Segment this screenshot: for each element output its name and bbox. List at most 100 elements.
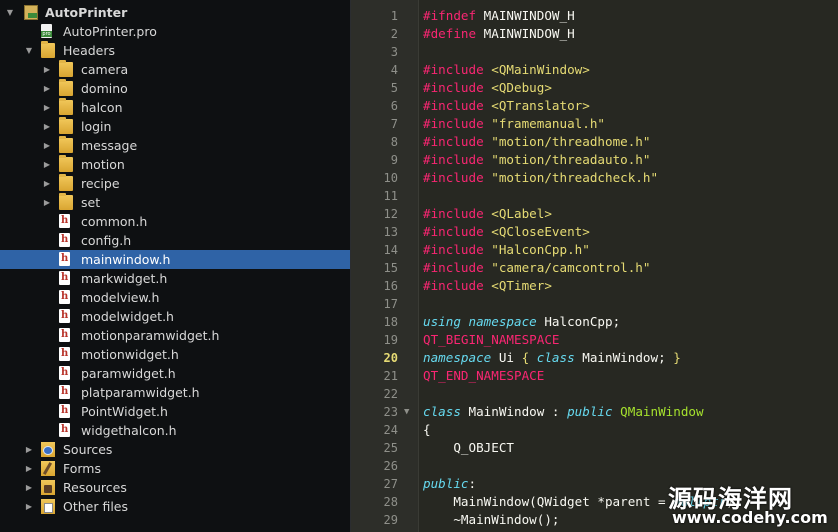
header-file-icon: h — [59, 385, 70, 399]
code-line[interactable]: 14 #include "HalconCpp.h" — [351, 241, 838, 259]
resources-folder-icon — [41, 480, 55, 495]
tree-item[interactable]: ▶ message — [0, 136, 350, 155]
code-line[interactable]: 18 using namespace HalconCpp; — [351, 313, 838, 331]
code-line[interactable]: 26 — [351, 457, 838, 475]
code-line[interactable]: 22 — [351, 385, 838, 403]
chevron-right-icon[interactable]: ▶ — [42, 117, 52, 136]
line-number: 21 — [383, 369, 398, 383]
tree-item[interactable]: h config.h — [0, 231, 350, 250]
tree-item[interactable]: h motionwidget.h — [0, 345, 350, 364]
chevron-right-icon[interactable]: ▶ — [42, 79, 52, 98]
code-line[interactable]: 12 #include <QLabel> — [351, 205, 838, 223]
code-token: <QLabel> — [491, 206, 552, 221]
tree-item[interactable]: h PointWidget.h — [0, 402, 350, 421]
code-line[interactable]: 6 #include <QTranslator> — [351, 97, 838, 115]
header-file-icon: h — [59, 347, 70, 361]
code-token: #include — [423, 170, 492, 185]
tree-item-label: halcon — [81, 100, 123, 115]
tree-item[interactable]: ▶ Resources — [0, 478, 350, 497]
tree-item[interactable]: ▶ set — [0, 193, 350, 212]
code-line[interactable]: 7 #include "framemanual.h" — [351, 115, 838, 133]
chevron-right-icon[interactable]: ▶ — [42, 193, 52, 212]
code-line[interactable]: 8 #include "motion/threadhome.h" — [351, 133, 838, 151]
tree-item-label: paramwidget.h — [81, 366, 176, 381]
project-tree[interactable]: ▼ AutoPrinter pro AutoPrinter.pro ▼ Headers… — [0, 0, 351, 532]
chevron-right-icon[interactable]: ▶ — [42, 60, 52, 79]
code-token: #include — [423, 278, 492, 293]
tree-item[interactable]: pro AutoPrinter.pro — [0, 22, 350, 41]
tree-item[interactable]: ▶ recipe — [0, 174, 350, 193]
line-number: 20 — [383, 351, 398, 365]
chevron-right-icon[interactable]: ▶ — [42, 136, 52, 155]
code-line[interactable]: 5 #include <QDebug> — [351, 79, 838, 97]
chevron-right-icon[interactable]: ▶ — [24, 478, 34, 497]
code-token: #include — [423, 260, 492, 275]
tree-item[interactable]: h paramwidget.h — [0, 364, 350, 383]
chevron-right-icon[interactable]: ▶ — [42, 155, 52, 174]
tree-item[interactable]: h markwidget.h — [0, 269, 350, 288]
tree-item[interactable]: ▶ Other files — [0, 497, 350, 516]
code-line[interactable]: 21 QT_END_NAMESPACE — [351, 367, 838, 385]
tree-item[interactable]: h common.h — [0, 212, 350, 231]
chevron-down-icon[interactable]: ▼ — [5, 3, 15, 22]
line-number: 23 — [383, 405, 398, 419]
line-number: 9 — [390, 153, 398, 167]
code-text: QT_BEGIN_NAMESPACE — [423, 331, 559, 349]
code-line[interactable]: 25 Q_OBJECT — [351, 439, 838, 457]
line-number: 1 — [390, 9, 398, 23]
code-line[interactable]: 15 #include "camera/camcontrol.h" — [351, 259, 838, 277]
code-line[interactable]: 10 #include "motion/threadcheck.h" — [351, 169, 838, 187]
chevron-right-icon[interactable]: ▶ — [24, 440, 34, 459]
line-number: 7 — [390, 117, 398, 131]
tree-item[interactable]: ▶ camera — [0, 60, 350, 79]
code-line[interactable]: 17 — [351, 295, 838, 313]
code-line[interactable]: 2 #define MAINWINDOW_H — [351, 25, 838, 43]
code-line[interactable]: 20 namespace Ui { class MainWindow; } — [351, 349, 838, 367]
chevron-right-icon[interactable]: ▶ — [24, 459, 34, 478]
tree-item[interactable]: ▶ Sources — [0, 440, 350, 459]
tree-item[interactable]: ▶ halcon — [0, 98, 350, 117]
code-line[interactable]: 19 QT_BEGIN_NAMESPACE — [351, 331, 838, 349]
code-token: "motion/threadcheck.h" — [491, 170, 659, 185]
code-token: MAINWINDOW_H — [483, 26, 575, 41]
tree-item[interactable]: ▶ Forms — [0, 459, 350, 478]
tree-item-label: Sources — [63, 442, 113, 457]
tree-item[interactable]: h modelview.h — [0, 288, 350, 307]
tree-item[interactable]: ▶ domino — [0, 79, 350, 98]
chevron-right-icon[interactable]: ▶ — [42, 98, 52, 117]
code-token: #include — [423, 224, 492, 239]
tree-root-row[interactable]: ▼ AutoPrinter — [0, 3, 350, 22]
code-token: <QTimer> — [491, 278, 552, 293]
code-line[interactable]: 3 — [351, 43, 838, 61]
code-token: "camera/camcontrol.h" — [491, 260, 651, 275]
chevron-right-icon[interactable]: ▶ — [42, 174, 52, 193]
code-line[interactable]: 1 #ifndef MAINWINDOW_H — [351, 7, 838, 25]
tree-item[interactable]: h motionparamwidget.h — [0, 326, 350, 345]
fold-marker-icon[interactable]: ▼ — [404, 403, 409, 421]
tree-item-label: markwidget.h — [81, 271, 168, 286]
tree-item[interactable]: h widgethalcon.h — [0, 421, 350, 440]
chevron-down-icon[interactable]: ▼ — [24, 41, 34, 60]
code-line[interactable]: 13 #include <QCloseEvent> — [351, 223, 838, 241]
code-editor[interactable]: 1 #ifndef MAINWINDOW_H 2 #define MAINWINDOW… — [351, 0, 838, 532]
code-line[interactable]: 24 { — [351, 421, 838, 439]
code-line[interactable]: 4 #include <QMainWindow> — [351, 61, 838, 79]
chevron-right-icon[interactable]: ▶ — [24, 497, 34, 516]
tree-item[interactable]: h mainwindow.h — [0, 250, 350, 269]
code-token: HalconCpp; — [544, 314, 621, 329]
tree-item[interactable]: ▼ Headers — [0, 41, 350, 60]
code-line[interactable]: 11 — [351, 187, 838, 205]
tree-item-label: Forms — [63, 461, 102, 476]
tree-item[interactable]: h modelwidget.h — [0, 307, 350, 326]
code-line[interactable]: 23 ▼ class MainWindow : public QMainWindow — [351, 403, 838, 421]
pro-file-icon: pro — [41, 24, 52, 38]
tree-item[interactable]: h platparamwidget.h — [0, 383, 350, 402]
code-line[interactable]: 16 #include <QTimer> — [351, 277, 838, 295]
code-token: class — [536, 350, 583, 365]
code-token: #include — [423, 98, 492, 113]
code-text: #define MAINWINDOW_H — [423, 25, 575, 43]
header-file-icon: h — [59, 214, 70, 228]
code-line[interactable]: 9 #include "motion/threadauto.h" — [351, 151, 838, 169]
tree-item[interactable]: ▶ motion — [0, 155, 350, 174]
tree-item[interactable]: ▶ login — [0, 117, 350, 136]
